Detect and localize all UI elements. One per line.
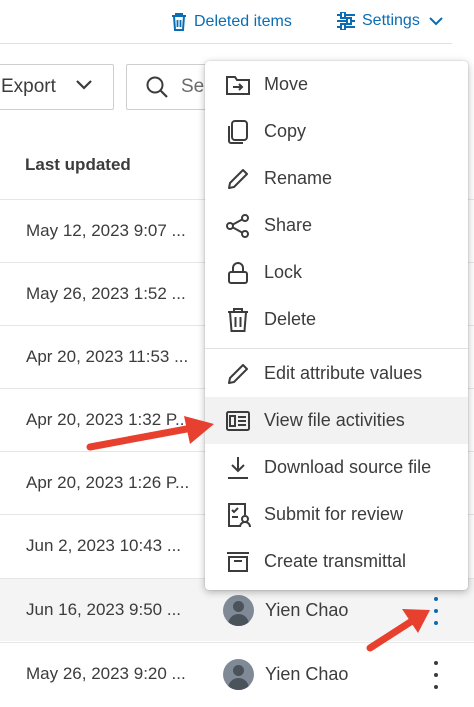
menu-item-label: Copy xyxy=(264,121,307,141)
menu-item-label: View file activities xyxy=(264,410,405,430)
last-updated-cell: Apr 20, 2023 1:32 P... xyxy=(26,410,190,429)
column-header-last-updated[interactable]: Last updated xyxy=(25,155,131,175)
last-updated-cell: May 12, 2023 9:07 ... xyxy=(26,221,186,240)
menu-item-edit-attribute-values[interactable]: Edit attribute values xyxy=(205,350,468,397)
trash-icon xyxy=(228,308,248,332)
menu-item-submit-for-review[interactable]: Submit for review xyxy=(205,491,468,538)
toolbar-divider xyxy=(0,43,452,44)
last-updated-cell: May 26, 2023 1:52 ... xyxy=(26,284,186,303)
menu-item-label: Edit attribute values xyxy=(264,363,423,383)
search-icon xyxy=(146,76,168,98)
download-icon xyxy=(228,457,248,479)
menu-item-rename[interactable]: Rename xyxy=(205,155,468,202)
top-toolbar: Deleted items Settings xyxy=(0,0,474,44)
file-context-menu: Move Copy Rename Share Lock Delete Edit … xyxy=(205,61,468,590)
deleted-items-label: Deleted items xyxy=(194,13,292,30)
last-updated-cell: Apr 20, 2023 1:26 P... xyxy=(26,473,190,492)
more-options-icon[interactable] xyxy=(430,597,442,625)
updated-by-cell: Yien Chao xyxy=(265,600,349,620)
menu-item-move[interactable]: Move xyxy=(205,61,468,108)
menu-item-lock[interactable]: Lock xyxy=(205,249,468,296)
activity-list-icon xyxy=(226,411,250,431)
export-label: Export xyxy=(1,76,56,97)
table-row[interactable]: May 26, 2023 9:20 ... Yien Chao xyxy=(0,642,474,705)
menu-item-label: Create transmittal xyxy=(264,551,407,571)
transmittal-icon xyxy=(227,552,249,572)
copy-icon xyxy=(228,120,248,144)
menu-item-label: Lock xyxy=(264,262,303,282)
pencil-icon xyxy=(228,364,248,384)
last-updated-cell: Jun 16, 2023 9:50 ... xyxy=(26,600,182,619)
avatar xyxy=(223,595,254,626)
settings-sliders-icon xyxy=(337,12,355,30)
menu-item-share[interactable]: Share xyxy=(205,202,468,249)
menu-item-view-file-activities[interactable]: View file activities xyxy=(205,397,468,444)
deleted-items-link[interactable]: Deleted items xyxy=(170,12,292,32)
chevron-down-icon xyxy=(76,80,92,90)
menu-item-label: Submit for review xyxy=(264,504,404,524)
menu-item-delete[interactable]: Delete xyxy=(205,296,468,343)
menu-item-download-source-file[interactable]: Download source file xyxy=(205,444,468,491)
more-options-icon[interactable] xyxy=(430,661,442,689)
share-icon xyxy=(226,214,249,238)
settings-dropdown[interactable]: Settings xyxy=(336,12,450,30)
updated-by-cell: Yien Chao xyxy=(265,664,349,684)
avatar xyxy=(223,659,254,690)
menu-item-label: Download source file xyxy=(264,457,432,477)
chevron-down-icon xyxy=(429,17,443,26)
menu-item-label: Move xyxy=(264,74,309,94)
last-updated-cell: May 26, 2023 9:20 ... xyxy=(26,664,186,683)
settings-label: Settings xyxy=(362,12,420,29)
menu-item-create-transmittal[interactable]: Create transmittal xyxy=(205,538,468,585)
lock-icon xyxy=(228,262,248,284)
folder-move-icon xyxy=(226,76,250,95)
last-updated-cell: Jun 2, 2023 10:43 ... xyxy=(26,536,182,555)
menu-item-label: Rename xyxy=(264,168,333,188)
menu-divider xyxy=(205,348,468,349)
menu-item-copy[interactable]: Copy xyxy=(205,108,468,155)
menu-item-label: Share xyxy=(264,215,313,235)
search-text: Se xyxy=(181,76,205,97)
last-updated-cell: Apr 20, 2023 11:53 ... xyxy=(26,347,189,366)
review-doc-icon xyxy=(228,503,251,528)
pencil-icon xyxy=(228,169,248,189)
trash-icon xyxy=(172,13,186,31)
menu-item-label: Delete xyxy=(264,309,317,329)
export-button[interactable]: Export xyxy=(0,64,114,110)
